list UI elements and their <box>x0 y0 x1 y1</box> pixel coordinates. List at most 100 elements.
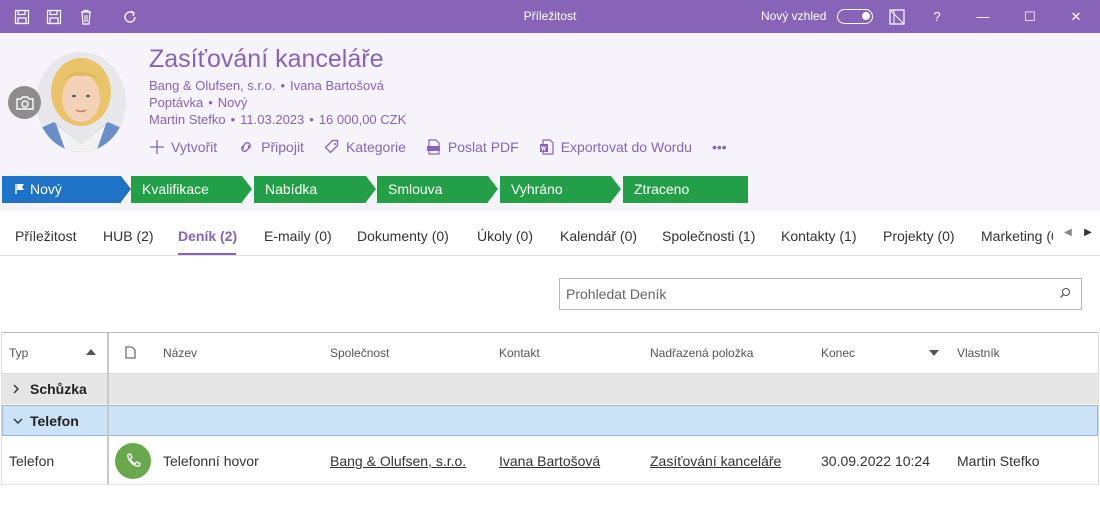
stage-label: Smlouva <box>388 181 443 197</box>
stage-nabidka[interactable]: Nabídka <box>254 176 366 203</box>
delete-icon[interactable] <box>77 8 95 26</box>
stage-ztraceno[interactable]: Ztraceno <box>623 176 748 203</box>
tag-icon <box>324 139 339 154</box>
column-header-nadrazena[interactable]: Nadřazená položka <box>650 346 753 360</box>
avatar[interactable] <box>36 52 126 152</box>
tab-hub[interactable]: HUB (2) <box>103 212 154 256</box>
toggle-knob <box>862 12 870 20</box>
cell-contact-link[interactable]: Ivana Bartošová <box>499 437 600 485</box>
more-button[interactable]: ••• <box>712 139 727 155</box>
stage-kvalifikace[interactable]: Kvalifikace <box>131 176 242 203</box>
tab-kontakty[interactable]: Kontakty (1) <box>781 212 856 256</box>
stage-arrow <box>366 176 376 202</box>
category-button[interactable]: Kategorie <box>324 139 406 155</box>
column-header-spolecnost[interactable]: Společnost <box>330 346 389 360</box>
action-bar: Vytvořit Připojit Kategorie Poslat PDF E… <box>149 138 747 156</box>
tab-scroll-left-icon[interactable]: ◀ <box>1061 222 1075 244</box>
tab-spolecnosti[interactable]: Společnosti (1) <box>662 212 755 256</box>
category-label: Kategorie <box>345 139 406 155</box>
grid-top-border <box>2 332 1098 333</box>
search-icon[interactable] <box>1059 287 1071 299</box>
separator: • <box>208 95 213 110</box>
chevron-right-icon[interactable] <box>12 384 20 394</box>
tab-prilezitost[interactable]: Příležitost <box>15 212 76 256</box>
tab-marketing-clip: Marketing (0) <box>981 212 1053 256</box>
stage-smlouva[interactable]: Smlouva <box>377 176 488 203</box>
record-date: 11.03.2023 <box>240 112 305 127</box>
new-look-toggle[interactable] <box>837 9 873 24</box>
stage-novy[interactable]: Nový <box>2 176 121 203</box>
export-word-label: Exportovat do Wordu <box>560 139 692 155</box>
tab-marketing[interactable]: Marketing (0) <box>981 212 1053 256</box>
column-header-konec[interactable]: Konec <box>821 346 855 360</box>
cell-name[interactable]: Telefonní hovor <box>163 437 259 485</box>
cell-type: Telefon <box>9 453 55 469</box>
attach-button[interactable]: Připojit <box>237 139 304 155</box>
stage-label: Vyhráno <box>511 181 563 197</box>
cell-owner: Martin Stefko <box>957 453 1040 469</box>
attach-label: Připojit <box>261 139 304 155</box>
plus-icon <box>150 140 164 154</box>
save-close-icon[interactable] <box>13 8 31 26</box>
record-title: Zasíťování kanceláře <box>149 45 384 73</box>
cell-end: 30.09.2022 10:24 <box>821 453 930 469</box>
meta-line-owner: Martin Stefko • 11.03.2023 • 16 000,00 CZK <box>149 112 406 127</box>
create-label: Vytvořit <box>171 139 218 155</box>
cell-company-link[interactable]: Bang & Olufsen, s.r.o. <box>330 437 466 485</box>
meta-line-company: Bang & Olufsen, s.r.o. • Ivana Bartošová <box>149 78 384 93</box>
maximize-button[interactable]: ☐ <box>1007 0 1053 33</box>
column-header-typ[interactable]: Typ <box>9 346 28 360</box>
save-icon[interactable] <box>45 8 63 26</box>
record-amount: 16 000,00 CZK <box>318 112 407 127</box>
group-label: Schůzka <box>30 381 87 397</box>
grid-right-border <box>1098 333 1099 485</box>
table-row[interactable]: Telefon Telefonní hovor Bang & Olufsen, … <box>2 437 1098 485</box>
word-icon <box>539 139 554 155</box>
close-button[interactable]: ✕ <box>1053 0 1099 33</box>
contact-link[interactable]: Ivana Bartošová <box>290 78 384 93</box>
cell-parent-link[interactable]: Zasíťování kanceláře <box>650 437 781 485</box>
chevron-down-icon[interactable] <box>13 417 23 425</box>
column-header-kontakt[interactable]: Kontakt <box>499 346 540 360</box>
layout-icon[interactable] <box>888 8 906 26</box>
send-pdf-label: Poslat PDF <box>447 139 519 155</box>
refresh-icon[interactable] <box>121 8 139 26</box>
column-header-vlastnik[interactable]: Vlastník <box>957 346 1000 360</box>
separator: • <box>309 112 314 127</box>
record-owner: Martin Stefko <box>149 112 226 127</box>
create-button[interactable]: Vytvořit <box>149 139 217 155</box>
stage-label: Ztraceno <box>634 181 690 197</box>
camera-icon[interactable] <box>8 86 41 119</box>
tab-bar: Příležitost HUB (2) Deník (2) E-maily (0… <box>0 212 1100 256</box>
title-bar: Příležitost Nový vzhled ? — ☐ ✕ <box>0 0 1100 33</box>
export-word-button[interactable]: Exportovat do Wordu <box>539 139 692 155</box>
flag-icon <box>15 184 24 194</box>
group-label: Telefon <box>30 413 79 429</box>
stage-vyhrano[interactable]: Vyhráno <box>500 176 611 203</box>
record-type: Poptávka <box>149 95 204 110</box>
tab-projekty[interactable]: Projekty (0) <box>883 212 955 256</box>
sort-asc-icon[interactable] <box>86 349 96 355</box>
column-header-nazev[interactable]: Název <box>163 346 197 360</box>
separator: • <box>230 112 236 127</box>
send-pdf-button[interactable]: Poslat PDF <box>426 139 519 155</box>
stage-arrow <box>488 176 498 202</box>
minimize-button[interactable]: — <box>960 0 1006 33</box>
more-icon: ••• <box>711 139 727 155</box>
search-input[interactable] <box>566 279 1046 309</box>
tab-dokumenty[interactable]: Dokumenty (0) <box>357 212 449 256</box>
sort-desc-icon[interactable] <box>929 350 939 356</box>
pdf-icon <box>426 139 440 155</box>
help-button[interactable]: ? <box>914 0 960 33</box>
tab-emaily[interactable]: E-maily (0) <box>264 212 332 256</box>
group-row-schuzka[interactable]: Schůzka <box>2 373 1098 404</box>
tab-denik[interactable]: Deník (2) <box>178 212 237 256</box>
stage-label: Nový <box>30 181 62 197</box>
group-row-telefon[interactable]: Telefon <box>2 405 1098 436</box>
tab-kalendar[interactable]: Kalendář (0) <box>560 212 637 256</box>
search-box <box>559 278 1082 310</box>
tab-ukoly[interactable]: Úkoly (0) <box>477 212 533 256</box>
tab-scroll-right-icon[interactable]: ▶ <box>1081 222 1095 244</box>
company-link[interactable]: Bang & Olufsen, s.r.o. <box>149 78 275 93</box>
stage-arrow <box>242 176 252 202</box>
